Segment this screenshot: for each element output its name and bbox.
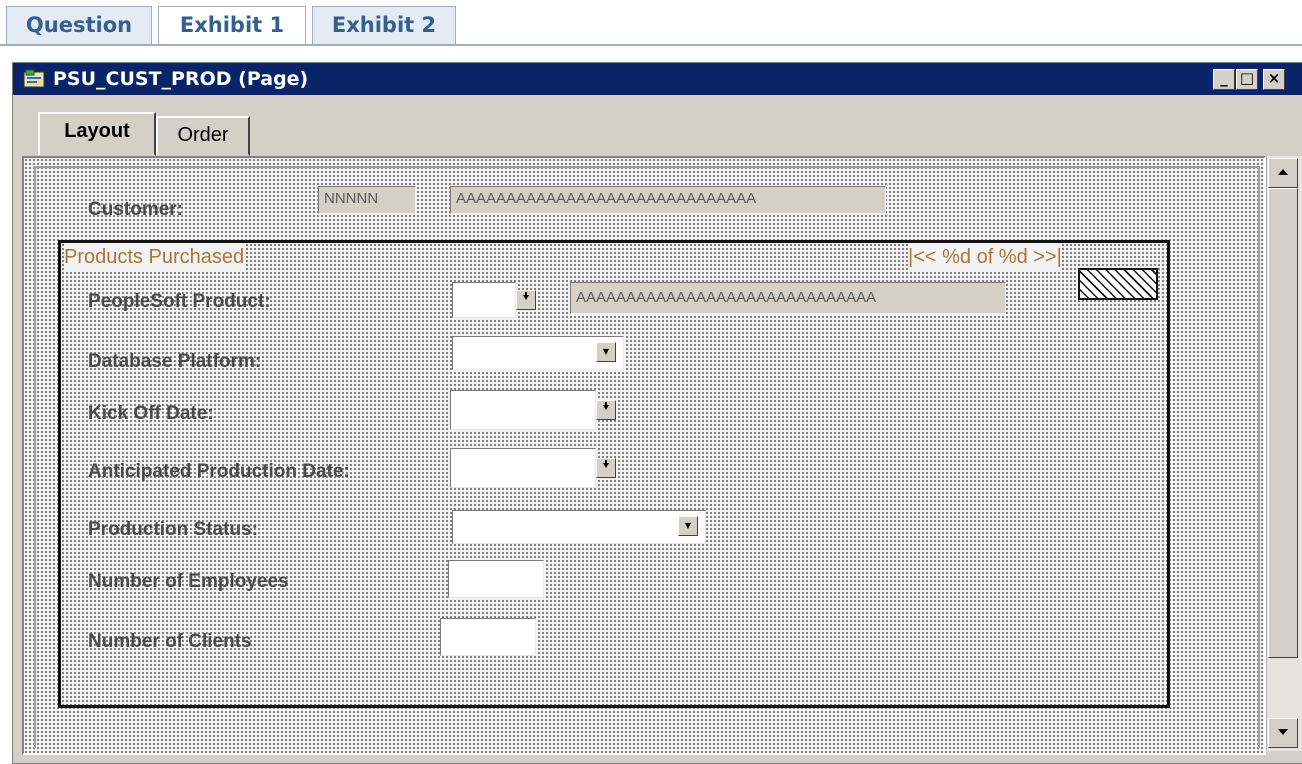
customer-name-field[interactable]: AAAAAAAAAAAAAAAAAAAAAAAAAAAAAA xyxy=(450,186,886,214)
kick-off-date-prompt-button[interactable] xyxy=(596,400,616,420)
tab-question[interactable]: Question xyxy=(6,6,152,44)
window-title: PSU_CUST_PROD (Page) xyxy=(53,68,309,90)
grid-scroll-placeholder xyxy=(1078,268,1158,300)
database-platform-label: Database Platform: xyxy=(88,351,262,372)
anticipated-production-date-prompt-button[interactable] xyxy=(596,458,616,478)
close-button[interactable]: × xyxy=(1263,69,1285,90)
tab-exhibit-1[interactable]: Exhibit 1 xyxy=(158,6,306,46)
window-titlebar[interactable]: PSU_CUST_PROD (Page) _ □ × xyxy=(13,63,1302,95)
production-status-dropdown-button[interactable]: ▼ xyxy=(678,516,698,536)
database-platform-dropdown-button[interactable]: ▼ xyxy=(596,342,616,362)
peoplesoft-product-prompt-button[interactable] xyxy=(516,290,536,310)
peoplesoft-product-label: PeopleSoft Product: xyxy=(88,291,271,312)
grid-title: Products Purchased xyxy=(64,244,245,270)
scroll-down-button[interactable] xyxy=(1268,718,1298,748)
peoplesoft-product-input[interactable] xyxy=(452,282,516,318)
kick-off-date-label: Kick Off Date: xyxy=(88,403,214,424)
kick-off-date-input[interactable] xyxy=(450,390,596,430)
scroll-thumb[interactable] xyxy=(1268,188,1298,658)
grid-navigator[interactable]: |<< %d of %d >>| xyxy=(908,244,1062,270)
down-arrow-icon xyxy=(1278,729,1288,735)
maximize-button[interactable]: □ xyxy=(1236,69,1258,90)
tab-exhibit-2[interactable]: Exhibit 2 xyxy=(312,6,456,44)
down-arrow-icon xyxy=(523,292,529,300)
up-arrow-icon xyxy=(1278,169,1288,175)
number-of-employees-input[interactable] xyxy=(448,560,544,598)
production-status-dropdown[interactable] xyxy=(452,510,706,544)
production-status-label: Production Status: xyxy=(88,519,258,540)
customer-id-field[interactable]: NNNNN xyxy=(318,186,416,214)
scroll-up-button[interactable] xyxy=(1268,158,1298,188)
tab-divider xyxy=(0,44,1302,46)
anticipated-production-date-input[interactable] xyxy=(450,448,596,488)
customer-label: Customer: xyxy=(88,199,184,220)
minimize-button[interactable]: _ xyxy=(1213,69,1235,90)
number-of-clients-input[interactable] xyxy=(440,618,536,656)
anticipated-production-date-label: Anticipated Production Date: xyxy=(88,461,350,482)
number-of-clients-label: Number of Clients xyxy=(88,631,252,652)
number-of-employees-label: Number of Employees xyxy=(88,571,289,592)
tab-order[interactable]: Order xyxy=(156,116,250,156)
page-definition-icon xyxy=(23,69,45,88)
tab-layout[interactable]: Layout xyxy=(38,112,156,156)
peoplesoft-product-description[interactable]: AAAAAAAAAAAAAAAAAAAAAAAAAAAAAA xyxy=(570,282,1006,314)
down-arrow-icon xyxy=(603,402,609,410)
down-arrow-icon xyxy=(603,460,609,468)
